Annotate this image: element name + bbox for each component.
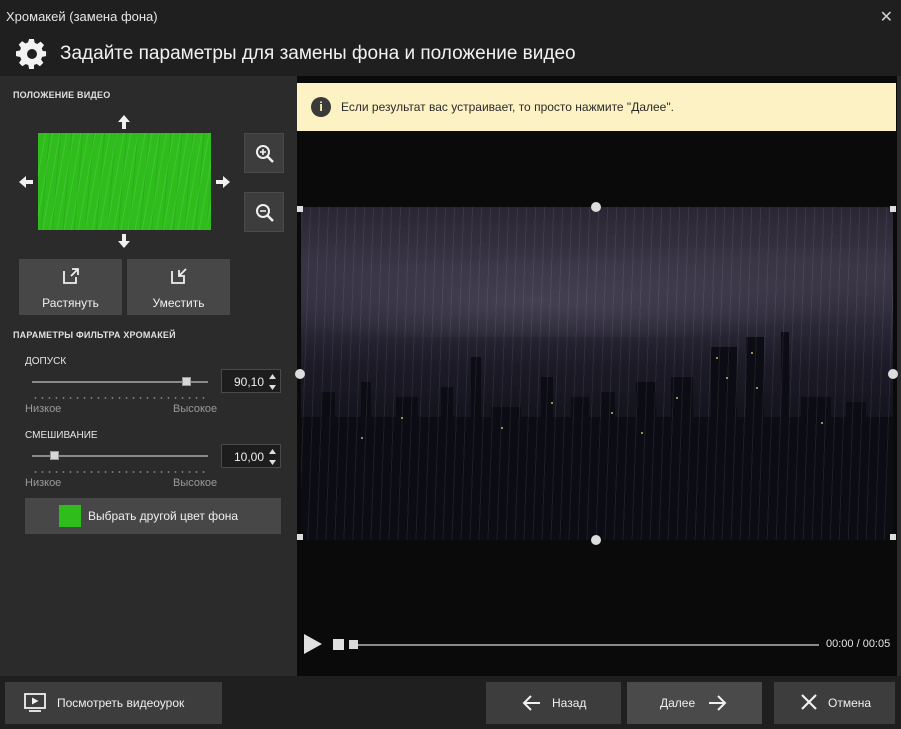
blend-spinbox[interactable]: 10,00 xyxy=(221,444,281,468)
rain-overlay xyxy=(301,207,893,540)
resize-handle-top-right[interactable] xyxy=(890,206,896,212)
resize-handle-bottom-right[interactable] xyxy=(890,534,896,540)
timeline-track[interactable] xyxy=(349,644,819,646)
tolerance-ticks xyxy=(32,397,208,399)
spin-down-icon[interactable] xyxy=(268,383,277,391)
choose-bg-color-button[interactable]: Выбрать другой цвет фона xyxy=(25,498,281,534)
tolerance-slider-thumb[interactable] xyxy=(182,377,191,386)
fit-label: Уместить xyxy=(152,296,205,310)
watch-tutorial-button[interactable]: Посмотреть видеоурок xyxy=(5,682,222,724)
filter-section-title: ПАРАМЕТРЫ ФИЛЬТРА ХРОМАКЕЙ xyxy=(13,330,176,340)
close-icon[interactable]: ✕ xyxy=(880,7,893,27)
zoom-out-button[interactable] xyxy=(244,192,284,232)
video-preview[interactable] xyxy=(301,207,893,540)
fit-button[interactable]: Уместить xyxy=(127,259,230,315)
stretch-label: Растянуть xyxy=(42,296,99,310)
choose-bg-color-label: Выбрать другой цвет фона xyxy=(88,509,239,523)
timeline-knob[interactable] xyxy=(349,640,358,649)
resize-handle-bottom[interactable] xyxy=(591,535,601,545)
cancel-label: Отмена xyxy=(828,696,872,710)
stretch-button[interactable]: Растянуть xyxy=(19,259,122,315)
expand-icon xyxy=(63,268,79,284)
blend-value: 10,00 xyxy=(233,450,264,464)
arrow-left-icon[interactable] xyxy=(19,175,33,189)
zoom-in-button[interactable] xyxy=(244,133,284,173)
stop-icon[interactable] xyxy=(333,639,344,650)
dialog-header: Задайте параметры для замены фона и поло… xyxy=(0,32,901,76)
blend-slider-thumb[interactable] xyxy=(50,451,59,460)
play-icon[interactable] xyxy=(303,633,323,655)
blend-ticks xyxy=(32,471,208,473)
arrow-down-icon[interactable] xyxy=(117,234,131,248)
resize-handle-top-left[interactable] xyxy=(297,206,303,212)
back-button[interactable]: Назад xyxy=(486,682,621,724)
watch-tutorial-label: Посмотреть видеоурок xyxy=(57,696,185,710)
page-title: Задайте параметры для замены фона и поло… xyxy=(60,43,576,64)
arrow-right-icon[interactable] xyxy=(216,175,230,189)
spin-up-icon[interactable] xyxy=(268,448,277,456)
fit-icon xyxy=(171,268,187,284)
cancel-button[interactable]: Отмена xyxy=(774,682,895,724)
resize-handle-bottom-left[interactable] xyxy=(297,534,303,540)
tolerance-value: 90,10 xyxy=(233,375,264,389)
tolerance-label: ДОПУСК xyxy=(25,356,67,367)
zoom-out-icon xyxy=(256,204,274,222)
window-title: Хромакей (замена фона) xyxy=(6,9,158,24)
resize-handle-left[interactable] xyxy=(295,369,305,379)
video-tutorial-icon xyxy=(24,693,46,712)
next-label: Далее xyxy=(660,696,696,710)
arrow-up-icon[interactable] xyxy=(117,115,131,129)
settings-panel: ПОЛОЖЕНИЕ ВИДЕО Растянуть Уместить ПАРАМ… xyxy=(0,76,297,676)
resize-handle-right[interactable] xyxy=(888,369,898,379)
player-controls: 00:00 / 00:05 xyxy=(297,621,897,666)
info-banner: i Если результат вас устраивает, то прос… xyxy=(297,83,896,131)
preview-panel: i Если результат вас устраивает, то прос… xyxy=(295,76,898,676)
tolerance-high-label: Высокое xyxy=(173,403,218,415)
gear-icon xyxy=(16,38,47,70)
spin-down-icon[interactable] xyxy=(268,458,277,466)
zoom-in-icon xyxy=(256,145,274,163)
info-banner-text: Если результат вас устраивает, то просто… xyxy=(341,100,674,114)
tolerance-spinbox[interactable]: 90,10 xyxy=(221,369,281,393)
arrow-back-icon xyxy=(522,695,540,711)
title-bar: Хромакей (замена фона) ✕ xyxy=(0,0,901,32)
back-label: Назад xyxy=(552,696,587,710)
info-icon: i xyxy=(311,97,331,117)
dialog-footer: Посмотреть видеоурок Назад Далее Отмена xyxy=(0,676,901,729)
position-section-title: ПОЛОЖЕНИЕ ВИДЕО xyxy=(13,90,111,100)
resize-handle-top[interactable] xyxy=(591,202,601,212)
arrow-next-icon xyxy=(709,695,727,711)
blend-label: СМЕШИВАНИЕ xyxy=(25,430,98,441)
tolerance-low-label: Низкое xyxy=(25,403,62,415)
key-color-swatch xyxy=(59,505,81,527)
close-icon xyxy=(801,694,817,710)
blend-high-label: Высокое xyxy=(173,477,218,489)
video-position-preview[interactable] xyxy=(38,133,211,230)
next-button[interactable]: Далее xyxy=(627,682,762,724)
blend-low-label: Низкое xyxy=(25,477,62,489)
spin-up-icon[interactable] xyxy=(268,373,277,381)
time-display: 00:00 / 00:05 xyxy=(826,638,891,650)
